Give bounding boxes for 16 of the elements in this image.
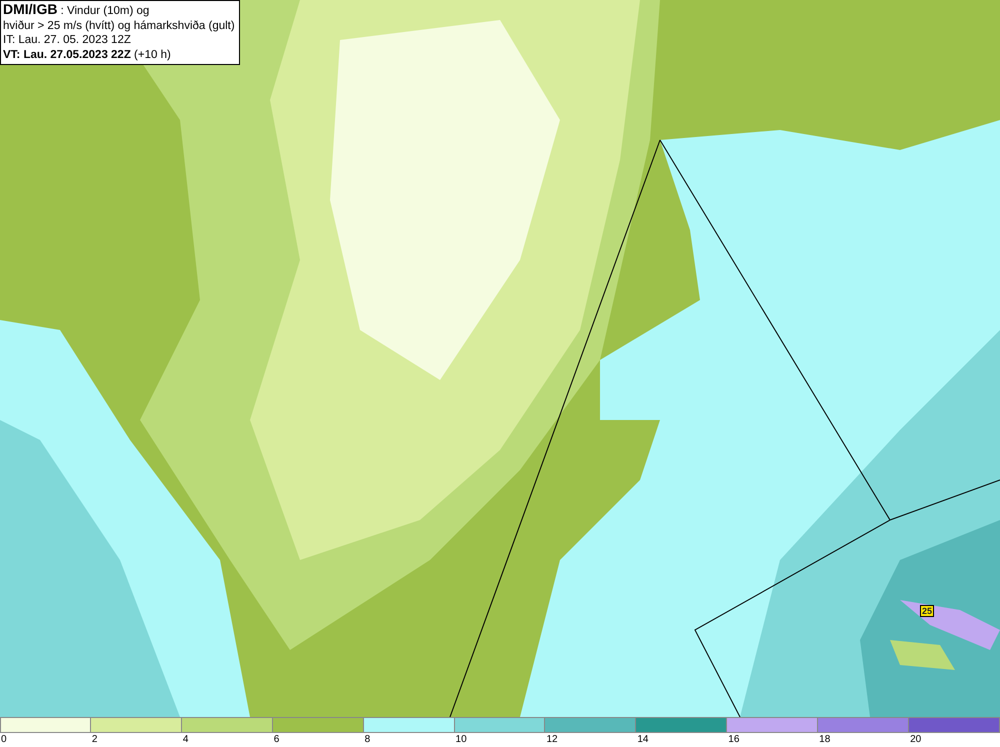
legend-label: 10 [456,733,467,746]
legend-label: 0 [1,733,7,746]
legend-label: 6 [274,733,280,746]
caption-line: DMI/IGB : Vindur (10m) og [3,2,150,18]
legend-label: 2 [92,733,98,746]
legend-label: 8 [364,733,370,746]
caption-line: VT: Lau. 27.05.2023 22Z (+10 h) [3,48,172,62]
legend-label: 18 [819,733,830,746]
legend-label: 20 [910,733,922,746]
caption-line: hviður > 25 m/s (hvítt) og hámarkshviða (gult) [3,18,235,33]
legend-label: 14 [637,733,648,746]
legend-label: 4 [182,733,188,746]
legend-label: 16 [728,733,740,746]
legend-label: 12 [546,733,558,746]
max-gust-marker: 25 [920,605,934,617]
caption-line: IT: Lau. 27. 05. 2023 12Z [3,33,132,48]
